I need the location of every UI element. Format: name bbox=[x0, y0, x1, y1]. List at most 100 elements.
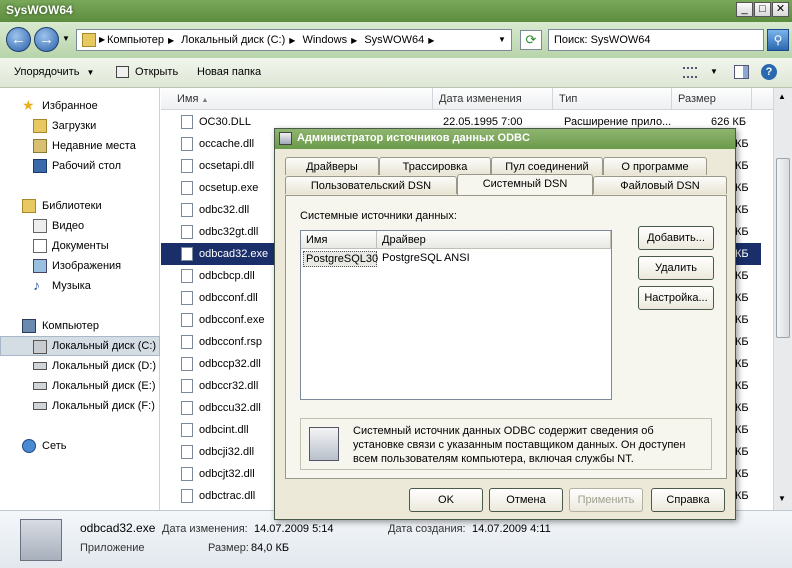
column-name[interactable]: Имя ▲ bbox=[171, 88, 433, 110]
preview-pane-icon[interactable] bbox=[734, 65, 749, 79]
column-type[interactable]: Тип bbox=[553, 88, 672, 110]
forward-button[interactable]: → bbox=[34, 27, 59, 52]
dll-file-icon bbox=[181, 269, 193, 283]
vertical-scrollbar[interactable]: ▲ ▼ bbox=[773, 88, 792, 510]
column-driver[interactable]: Драйвер bbox=[377, 231, 611, 249]
navigation-bar: ← → ▼ ▶ Компьютер ▶ Локальный диск (C:) ▶ … bbox=[0, 22, 792, 58]
dll-file-icon bbox=[181, 401, 193, 415]
file-name: odbcbcp.dll bbox=[199, 270, 255, 282]
open-button[interactable]: Открыть bbox=[135, 66, 178, 78]
breadcrumb-windows[interactable]: Windows bbox=[302, 34, 347, 46]
window-title: SysWOW64 bbox=[6, 3, 73, 17]
apply-button[interactable]: Применить bbox=[569, 488, 643, 512]
configure-button[interactable]: Настройка... bbox=[638, 286, 714, 310]
tab-drivers[interactable]: Драйверы bbox=[285, 157, 379, 175]
sidebar-item-favorites[interactable]: ★ Избранное bbox=[0, 96, 160, 116]
dll-file-icon bbox=[181, 335, 193, 349]
file-size-unit: КБ bbox=[735, 358, 749, 370]
column-modified[interactable]: Дата изменения bbox=[433, 88, 553, 110]
close-button[interactable]: ✕ bbox=[772, 2, 789, 17]
refresh-button[interactable]: ⟳ bbox=[520, 30, 542, 50]
address-bar[interactable]: ▶ Компьютер ▶ Локальный диск (C:) ▶ Window… bbox=[76, 29, 512, 51]
back-button[interactable]: ← bbox=[6, 27, 31, 52]
sidebar-item-desktop[interactable]: Рабочий стол bbox=[0, 156, 160, 176]
sidebar-item-pictures[interactable]: Изображения bbox=[0, 256, 160, 276]
organize-button[interactable]: Упорядочить ▼ bbox=[14, 66, 94, 78]
search-input[interactable]: Поиск: SysWOW64 bbox=[548, 29, 764, 51]
selected-filename: odbcad32.exe bbox=[80, 521, 156, 535]
new-folder-button[interactable]: Новая папка bbox=[197, 66, 261, 78]
search-icon[interactable]: ⚲ bbox=[767, 29, 789, 51]
dll-file-icon bbox=[181, 467, 193, 481]
breadcrumb-syswow64[interactable]: SysWOW64 bbox=[364, 34, 424, 46]
file-size-unit: КБ bbox=[735, 424, 749, 436]
video-icon bbox=[33, 219, 47, 233]
file-size-unit: КБ bbox=[735, 446, 749, 458]
tab-system-dsn[interactable]: Системный DSN bbox=[457, 174, 593, 195]
sidebar-item-music[interactable]: ♪ Музыка bbox=[0, 276, 160, 296]
file-name: odbccu32.dll bbox=[199, 402, 261, 414]
dsn-row[interactable]: PostgreSQL30 bbox=[303, 251, 378, 267]
sidebar-item-videos[interactable]: Видео bbox=[0, 216, 160, 236]
maximize-button[interactable]: □ bbox=[754, 2, 771, 17]
file-name: odbcad32.exe bbox=[199, 248, 269, 260]
scroll-down-icon[interactable]: ▼ bbox=[778, 494, 786, 503]
scroll-up-icon[interactable]: ▲ bbox=[778, 92, 786, 101]
file-name: odbcji32.dll bbox=[199, 446, 255, 458]
section-label: Системные источники данных: bbox=[300, 210, 457, 222]
sidebar-item-network[interactable]: Сеть bbox=[0, 436, 160, 456]
tab-connection-pooling[interactable]: Пул соединений bbox=[491, 157, 603, 175]
sidebar-item-computer[interactable]: Компьютер bbox=[0, 316, 160, 336]
sidebar-item-recent[interactable]: Недавние места bbox=[0, 136, 160, 156]
file-size-unit: КБ bbox=[735, 160, 749, 172]
ok-button[interactable]: OK bbox=[409, 488, 483, 512]
recent-pages-icon[interactable]: ▼ bbox=[62, 34, 70, 43]
remove-button[interactable]: Удалить bbox=[638, 256, 714, 280]
modified-value: 14.07.2009 5:14 bbox=[254, 523, 334, 535]
created-value: 14.07.2009 4:11 bbox=[472, 523, 551, 535]
help-icon[interactable]: ? bbox=[761, 64, 777, 80]
address-dropdown-icon[interactable]: ▼ bbox=[498, 35, 506, 44]
dll-file-icon bbox=[181, 115, 193, 129]
file-type: Расширение прило... bbox=[564, 116, 672, 128]
breadcrumb-disk-c[interactable]: Локальный диск (C:) bbox=[181, 34, 285, 46]
sidebar-item-disk-f[interactable]: Локальный диск (F:) bbox=[0, 396, 160, 416]
view-options-icon[interactable] bbox=[683, 67, 697, 78]
tab-file-dsn[interactable]: Файловый DSN bbox=[593, 176, 727, 194]
sidebar-item-documents[interactable]: Документы bbox=[0, 236, 160, 256]
info-text: Системный источник данных ODBC содержит … bbox=[353, 425, 686, 465]
chevron-right-icon: ▶ bbox=[99, 35, 106, 44]
drive-icon bbox=[33, 402, 47, 410]
sidebar-item-disk-d[interactable]: Локальный диск (D:) bbox=[0, 356, 160, 376]
tab-user-dsn[interactable]: Пользовательский DSN bbox=[285, 176, 457, 194]
file-size-unit: КБ bbox=[735, 182, 749, 194]
computer-icon bbox=[22, 319, 36, 333]
scrollbar-thumb[interactable] bbox=[776, 158, 790, 338]
column-size[interactable]: Размер bbox=[672, 88, 752, 110]
file-name: odbc32.dll bbox=[199, 204, 250, 216]
dsn-list[interactable]: Имя Драйвер PostgreSQL30 PostgreSQL ANSI bbox=[300, 230, 612, 400]
file-size-unit: КБ bbox=[735, 380, 749, 392]
dll-file-icon bbox=[181, 445, 193, 459]
sidebar-item-disk-c[interactable]: Локальный диск (C:) bbox=[0, 336, 160, 356]
file-size-unit: КБ bbox=[735, 490, 749, 502]
file-name: ocsetup.exe bbox=[199, 182, 259, 194]
breadcrumb-computer[interactable]: Компьютер bbox=[107, 34, 164, 46]
sidebar-item-libraries[interactable]: Библиотеки bbox=[0, 196, 160, 216]
file-name: odbccr32.dll bbox=[199, 380, 259, 392]
column-dsn-name[interactable]: Имя bbox=[301, 231, 377, 249]
breadcrumb: Компьютер ▶ Локальный диск (C:) ▶ Windows ▶… bbox=[107, 34, 435, 46]
file-size-unit: КБ bbox=[735, 204, 749, 216]
sidebar-item-disk-e[interactable]: Локальный диск (E:) bbox=[0, 376, 160, 396]
minimize-button[interactable]: _ bbox=[736, 2, 753, 17]
music-icon: ♪ bbox=[33, 277, 40, 293]
help-button[interactable]: Справка bbox=[651, 488, 725, 512]
file-name: odbcint.dll bbox=[199, 424, 249, 436]
cancel-button[interactable]: Отмена bbox=[489, 488, 563, 512]
view-dropdown-icon[interactable]: ▼ bbox=[710, 67, 718, 76]
star-icon: ★ bbox=[22, 97, 35, 113]
tab-about[interactable]: О программе bbox=[603, 157, 707, 175]
add-button[interactable]: Добавить... bbox=[638, 226, 714, 250]
sidebar-item-downloads[interactable]: Загрузки bbox=[0, 116, 160, 136]
tab-tracing[interactable]: Трассировка bbox=[379, 157, 491, 175]
